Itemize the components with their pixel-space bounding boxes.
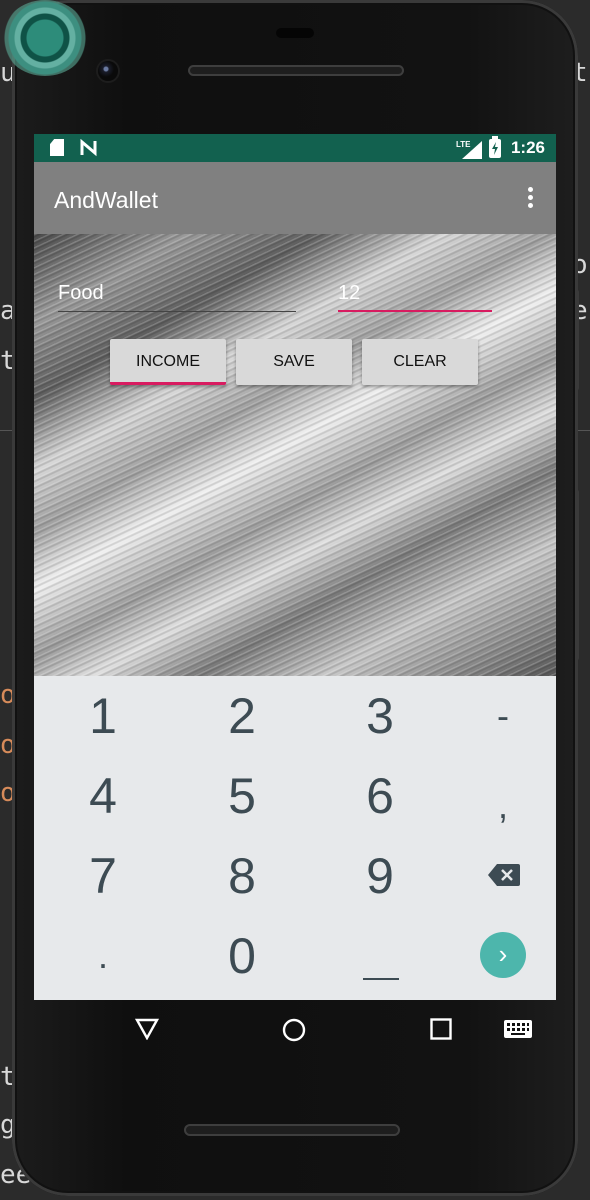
key-dot[interactable]: . [38, 916, 168, 996]
keyboard-icon[interactable] [504, 1020, 532, 1038]
status-time: 1:26 [510, 138, 545, 157]
key-2[interactable]: 2 [177, 676, 307, 756]
key-7[interactable]: 7 [38, 836, 168, 916]
clear-button[interactable]: CLEAR [362, 339, 478, 385]
recents-icon[interactable] [430, 1018, 452, 1040]
key-5[interactable]: 5 [177, 756, 307, 836]
key-9[interactable]: 9 [315, 836, 445, 916]
label-input[interactable]: Food [58, 282, 296, 312]
svg-text:LTE: LTE [456, 140, 471, 149]
key-3[interactable]: 3 [315, 676, 445, 756]
label-input-value: Food [58, 282, 104, 304]
amount-input-value: 12 [338, 282, 361, 304]
back-icon[interactable] [135, 1018, 159, 1040]
system-nav-bar [34, 1000, 556, 1062]
key-8[interactable]: 8 [177, 836, 307, 916]
space-key[interactable] [363, 978, 399, 980]
device-screen: LTE 1:26 AndWallet Food 12 INCOME SAVE C… [34, 134, 556, 1000]
earpiece-speaker [188, 65, 404, 76]
emulator-drag-handle-icon[interactable] [0, 0, 92, 78]
app-bar: AndWallet [34, 162, 556, 234]
sd-card-icon [50, 139, 64, 156]
proximity-sensor [276, 28, 314, 38]
key-minus[interactable]: - [438, 676, 556, 756]
volume-button[interactable] [575, 490, 579, 660]
n-icon [80, 139, 97, 157]
save-button[interactable]: SAVE [236, 339, 352, 385]
power-button[interactable] [575, 290, 579, 390]
key-4[interactable]: 4 [38, 756, 168, 836]
status-bar: LTE 1:26 [34, 134, 556, 162]
key-1[interactable]: 1 [38, 676, 168, 756]
app-title: AndWallet [54, 187, 158, 213]
go-arrow-icon[interactable]: › [480, 932, 526, 978]
lte-signal-icon: LTE [456, 140, 482, 159]
income-button[interactable]: INCOME [110, 339, 226, 385]
numeric-keyboard: 1 2 3 - 4 5 6 , 7 8 9 . 0 › [34, 676, 556, 1000]
key-comma[interactable]: , [438, 766, 556, 846]
key-6[interactable]: 6 [315, 756, 445, 836]
main-content: Food 12 INCOME SAVE CLEAR [34, 234, 556, 676]
backspace-icon[interactable] [488, 864, 520, 886]
home-icon[interactable] [282, 1018, 306, 1042]
amount-input[interactable]: 12 [338, 282, 492, 312]
battery-charging-icon [489, 136, 501, 158]
key-0[interactable]: 0 [177, 916, 307, 996]
bottom-speaker [184, 1124, 400, 1136]
overflow-menu-icon[interactable] [528, 187, 534, 209]
front-camera-icon [98, 61, 118, 81]
